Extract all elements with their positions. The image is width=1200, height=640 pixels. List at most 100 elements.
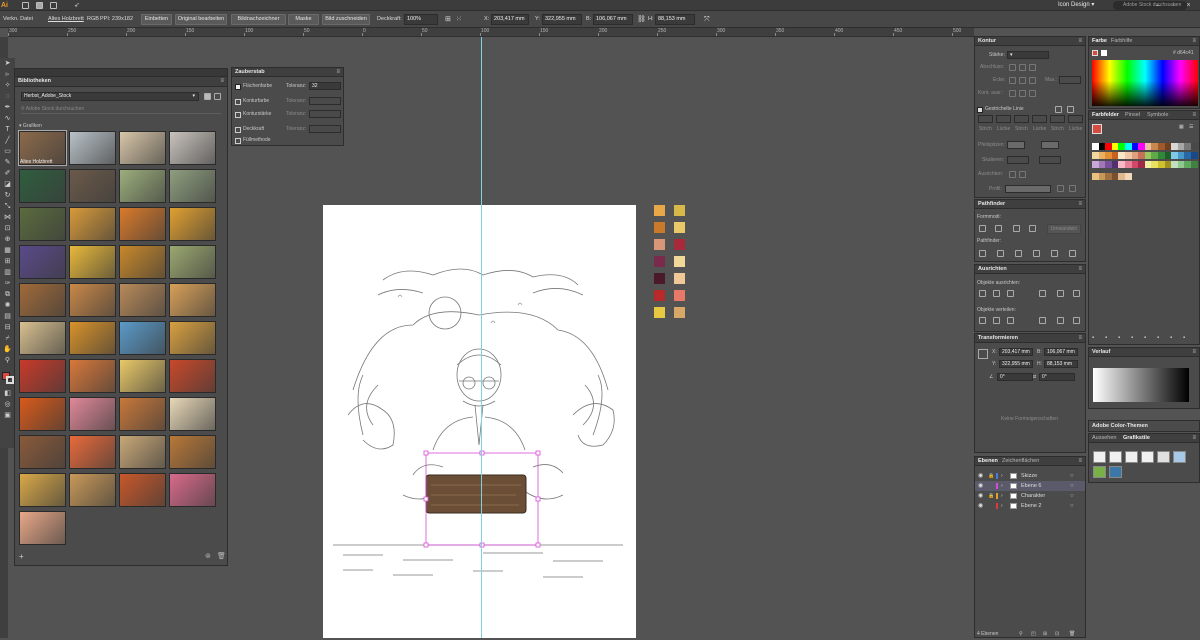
panel-menu-icon[interactable]: ≡ [1192,349,1196,356]
panel-menu-icon[interactable]: ≡ [336,69,340,76]
library-dropdown[interactable]: Herbst_Adobe_Stock ▾ [21,92,199,101]
line-tool-icon[interactable]: ╱ [3,137,12,145]
graphic-style-thumb[interactable] [1093,451,1106,463]
tab-swatches[interactable]: Farbfelder [1092,112,1119,119]
stroke-color-tolerance-field[interactable] [309,97,341,105]
graphic-style-thumb[interactable] [1109,466,1122,478]
swatch-footer-icon[interactable]: ▪ [1118,335,1120,342]
folder-icon[interactable] [22,2,29,9]
color-swatch[interactable] [654,222,665,233]
restore-icon[interactable]: ▫ [1170,2,1177,9]
panel-menu-icon[interactable]: ≡ [1192,112,1196,119]
color-swatch[interactable] [654,205,665,216]
expand-arrow-icon[interactable]: › [1001,501,1003,511]
swatch-footer-icon[interactable]: ▪ [1092,335,1094,342]
library-thumbnail[interactable] [69,397,116,431]
library-thumbnail[interactable] [169,473,216,507]
curvature-tool-icon[interactable]: ∿ [3,115,12,123]
tab-appearance[interactable]: Aussehen [1092,435,1116,442]
tab-graphic-styles[interactable]: Grafikstile [1123,435,1150,442]
hand-tool-icon[interactable]: ✋ [3,346,12,354]
tab-brushes[interactable]: Pinsel [1125,112,1140,119]
library-thumbnail[interactable] [69,473,116,507]
color-swatch[interactable] [674,205,685,216]
library-thumbnail[interactable] [169,169,216,203]
graphics-section-header[interactable]: ▾ Grafiken [19,123,42,130]
grid-view-icon[interactable]: ▦ [1179,124,1184,131]
corner-round-icon[interactable] [1019,77,1026,84]
active-fill-swatch[interactable] [1092,124,1102,134]
corner-miter-icon[interactable] [1009,77,1016,84]
panel-menu-icon[interactable]: ≡ [1078,458,1082,465]
color-swatch[interactable] [674,307,685,318]
color-swatch[interactable] [674,256,685,267]
expand-arrow-icon[interactable]: › [1001,471,1003,481]
mesh-tool-icon[interactable]: ⊞ [3,258,12,266]
graphic-style-thumb[interactable] [1093,466,1106,478]
dash-preserve-icon[interactable] [1055,106,1062,113]
send-icon[interactable]: ➶ [74,1,80,10]
add-icon[interactable]: + [19,553,24,561]
y-field[interactable]: 322,955 mm [999,360,1033,368]
library-thumbnail[interactable] [119,245,166,279]
arrow-end-dropdown[interactable] [1041,141,1059,149]
stroke-color-swatch[interactable] [6,376,14,384]
new-layer-icon[interactable]: ⊡ [1055,631,1059,638]
library-thumbnail[interactable] [19,435,66,469]
library-thumbnail[interactable] [19,169,66,203]
stock-search-field[interactable]: ⚲ Adobe Stock durchsuchen [21,104,221,114]
paintbrush-tool-icon[interactable]: ✎ [3,159,12,167]
library-thumbnail[interactable] [69,283,116,317]
graph-tool-icon[interactable]: ▤ [3,313,12,321]
color-swatch[interactable] [674,222,685,233]
scale-tool-icon[interactable]: ⤡ [3,203,12,211]
lock-icon[interactable]: 🔒 [988,471,994,481]
align-outside-icon[interactable] [1029,90,1036,97]
reference-point-icon[interactable] [978,349,988,359]
rectangle-tool-icon[interactable]: ▭ [3,148,12,156]
color-swatch[interactable] [654,273,665,284]
opacity-checkbox[interactable] [235,127,241,133]
tab-layers[interactable]: Ebenen [978,458,998,465]
library-thumbnail[interactable] [19,473,66,507]
rotate-tool-icon[interactable]: ↻ [3,192,12,200]
width-tool-icon[interactable]: ⋈ [3,214,12,222]
arrow-align-end-icon[interactable] [1019,171,1026,178]
library-thumbnail[interactable] [19,321,66,355]
screen-mode-icon[interactable]: ▣ [3,412,12,420]
dash-gap-field[interactable] [978,115,993,123]
x-field[interactable]: 203,417 mm [491,14,529,25]
align-object-icon[interactable] [979,290,986,297]
make-clipping-icon[interactable]: ◰ [1031,631,1036,638]
draw-mode-icon[interactable]: ◎ [3,401,12,409]
distribute-object-icon[interactable] [979,317,986,324]
mask-button[interactable]: Maske [288,14,319,25]
selection-tool-icon[interactable]: ➤ [3,60,12,68]
distribute-object-icon[interactable] [1007,317,1014,324]
graphic-style-thumb[interactable] [1141,451,1154,463]
library-thumbnail[interactable] [169,207,216,241]
outline-icon[interactable] [1051,250,1058,257]
layer-row[interactable]: ◉ › Ebene 6 ○ [975,481,1085,491]
fill-tolerance-field[interactable]: 32 [309,82,341,90]
slice-tool-icon[interactable]: ⌿ [3,335,12,343]
x-field[interactable]: 203,417 mm [999,348,1033,356]
library-thumbnail[interactable] [19,397,66,431]
dash-gap-field[interactable] [1014,115,1029,123]
graphic-style-thumb[interactable] [1173,451,1186,463]
color-swatch[interactable] [674,239,685,250]
library-thumbnail[interactable] [19,207,66,241]
stroke-weight-tolerance-field[interactable] [309,110,341,118]
close-icon[interactable]: × [1185,2,1192,9]
color-swatch[interactable] [674,290,685,301]
swatch-footer-icon[interactable]: ▪ [1183,335,1185,342]
distribute-object-icon[interactable] [1039,317,1046,324]
arrow-align-tip-icon[interactable] [1009,171,1016,178]
height-field[interactable]: 88,153 mm [655,14,695,25]
artboard-tool-icon[interactable]: ⊟ [3,324,12,332]
library-thumbnail[interactable] [19,511,66,545]
library-thumbnail[interactable] [19,245,66,279]
library-thumbnail[interactable] [69,359,116,393]
dash-gap-field[interactable] [1032,115,1047,123]
stock-icon[interactable] [36,2,43,9]
